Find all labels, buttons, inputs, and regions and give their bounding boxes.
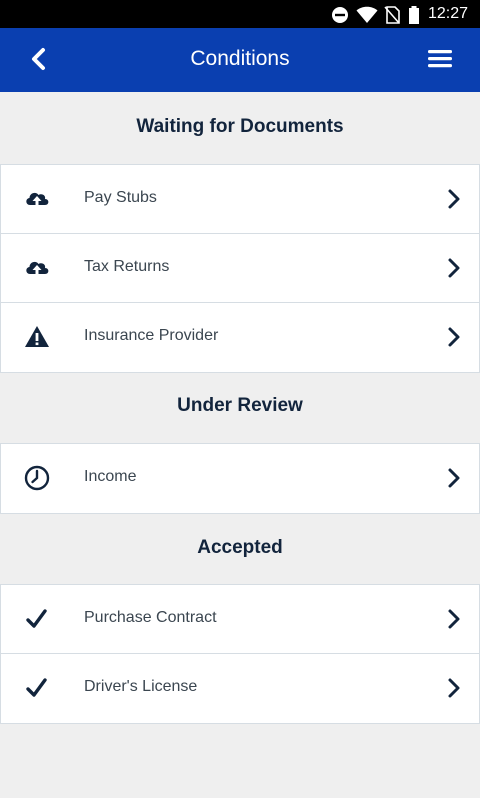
list-item-insurance-provider[interactable]: Insurance Provider xyxy=(1,303,479,372)
list-item-drivers-license[interactable]: Driver's License xyxy=(1,654,479,723)
list-item-label: Insurance Provider xyxy=(84,327,219,344)
status-time: 12:27 xyxy=(427,5,468,22)
waiting-documents-list: Pay Stubs Tax Returns Insurance Provider xyxy=(0,164,480,373)
do-not-disturb-icon xyxy=(332,7,348,23)
chevron-right-icon xyxy=(448,327,460,347)
list-item-income[interactable]: Income xyxy=(1,444,479,513)
list-item-label: Pay Stubs xyxy=(84,189,157,206)
list-item-label: Driver's License xyxy=(84,678,198,695)
chevron-right-icon xyxy=(448,468,460,488)
list-item-label: Income xyxy=(84,468,137,485)
under-review-list: Income xyxy=(0,443,480,514)
check-icon xyxy=(26,609,47,628)
list-item-purchase-contract[interactable]: Purchase Contract xyxy=(1,585,479,654)
chevron-right-icon xyxy=(448,609,460,629)
chevron-right-icon xyxy=(448,189,460,209)
warning-icon xyxy=(25,326,49,347)
no-sim-icon xyxy=(384,6,400,24)
cloud-upload-icon xyxy=(26,192,49,205)
hamburger-menu-icon xyxy=(428,50,452,68)
accepted-list: Purchase Contract Driver's License xyxy=(0,584,480,724)
wifi-icon xyxy=(356,6,378,23)
clock-icon xyxy=(24,465,50,491)
list-item-label: Tax Returns xyxy=(84,258,170,275)
section-header-under-review: Under Review xyxy=(177,395,303,416)
cloud-upload-icon xyxy=(26,261,49,274)
list-item-pay-stubs[interactable]: Pay Stubs xyxy=(1,165,479,234)
list-item-label: Purchase Contract xyxy=(84,609,217,626)
chevron-right-icon xyxy=(448,258,460,278)
battery-icon xyxy=(409,6,419,24)
page-title: Conditions xyxy=(190,47,290,70)
app-bar: Conditions xyxy=(0,28,480,92)
section-header-waiting: Waiting for Documents xyxy=(136,116,344,137)
chevron-right-icon xyxy=(448,678,460,698)
status-bar: 12:27 xyxy=(0,0,480,28)
section-header-accepted: Accepted xyxy=(197,537,283,558)
list-item-tax-returns[interactable]: Tax Returns xyxy=(1,234,479,303)
check-icon xyxy=(26,678,47,697)
menu-button[interactable] xyxy=(422,44,458,76)
